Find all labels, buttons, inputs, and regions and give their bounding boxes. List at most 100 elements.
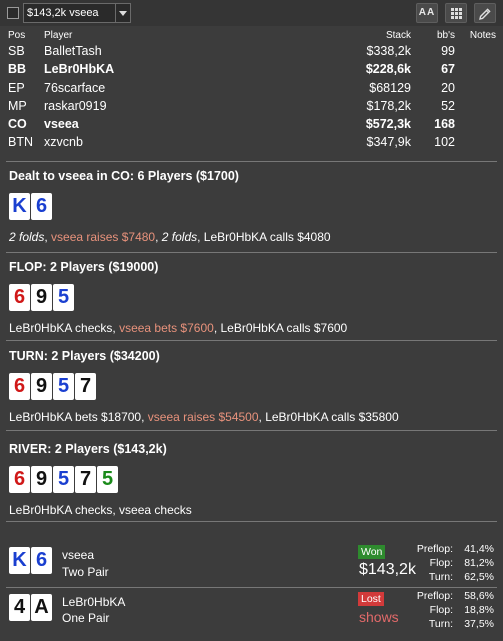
player-name: xzvcnb <box>44 135 83 150</box>
players-table: Pos Player Stack bb's Notes SB BalletTash… <box>0 30 503 154</box>
loser-cards: 4A <box>9 594 53 621</box>
turn-cards: 6957 <box>9 373 497 401</box>
loser-hand: One Pair <box>62 611 110 625</box>
player-pos: SB <box>8 44 25 58</box>
player-name: 76scarface <box>44 80 106 95</box>
player-name: LeBr0HbKA <box>44 62 115 77</box>
table-row[interactable]: CO vseea $572,3k 168 <box>0 117 503 135</box>
loser-name: LeBr0HbKA <box>62 595 126 609</box>
divider <box>6 252 497 253</box>
header-pos[interactable]: Pos <box>8 30 25 41</box>
player-stack: $178,2k <box>366 98 411 113</box>
header-bbs[interactable]: bb's <box>437 30 455 41</box>
equity-value: 41,4% <box>464 543 494 555</box>
action-text: vseea raises $7480 <box>51 230 156 244</box>
header-stack[interactable]: Stack <box>386 30 411 41</box>
player-pos: EP <box>8 80 25 95</box>
playing-card: 5 <box>97 466 118 493</box>
table-row[interactable]: BB LeBr0HbKA $228,6k 67 <box>0 62 503 80</box>
playing-card: 9 <box>31 284 52 311</box>
equity-value: 58,6% <box>464 590 494 602</box>
flop-title: FLOP: 2 Players ($19000) <box>9 260 159 274</box>
action-text: LeBr0HbKA checks, <box>9 321 120 335</box>
winner-cards: K6 <box>9 547 53 574</box>
equity-label: Turn: <box>428 618 453 630</box>
player-pos: BTN <box>8 135 33 150</box>
action-text: 2 folds <box>9 230 45 244</box>
result-winner: K6 vseea Two Pair Won $143,2k Preflop: 4… <box>0 542 503 586</box>
river-actions: LeBr0HbKA checks, vseea checks <box>9 503 497 517</box>
playing-card: 7 <box>75 466 96 493</box>
player-bbs: 20 <box>441 80 455 95</box>
river-section: RIVER: 2 Players ($143,2k) 69575 LeBr0Hb… <box>9 442 497 517</box>
hand-select-value: $143,2k vseea <box>27 7 99 19</box>
equity-value: 62,5% <box>464 571 494 583</box>
preflop-section: Dealt to vseea in CO: 6 Players ($1700) … <box>9 169 497 244</box>
flop-cards: 695 <box>9 284 497 312</box>
font-size-button[interactable]: AA <box>416 3 438 23</box>
player-stack: $228,6k <box>365 62 411 77</box>
playing-card: A <box>31 594 52 621</box>
player-stack: $338,2k <box>366 44 411 58</box>
turn-title: TURN: 2 Players ($34200) <box>9 349 160 363</box>
table-row[interactable]: BTN xzvcnb $347,9k 102 <box>0 135 503 153</box>
equity-value: 18,8% <box>464 604 494 616</box>
equity-value: 37,5% <box>464 618 494 630</box>
table-row[interactable]: EP 76scarface $68129 20 <box>0 81 503 99</box>
playing-card: 6 <box>31 193 52 220</box>
chevron-down-icon[interactable] <box>115 4 130 22</box>
player-bbs: 168 <box>434 117 455 132</box>
header-notes[interactable]: Notes <box>470 30 496 41</box>
turn-actions: LeBr0HbKA bets $18700, vseea raises $545… <box>9 410 497 424</box>
preflop-title: Dealt to vseea in CO: 6 Players ($1700) <box>9 169 239 183</box>
player-bbs: 102 <box>434 135 455 150</box>
table-row[interactable]: MP raskar0919 $178,2k 52 <box>0 99 503 117</box>
playing-card: 5 <box>53 373 74 400</box>
table-header: Pos Player Stack bb's Notes <box>0 30 503 44</box>
action-text: , LeBr0HbKA calls $35800 <box>258 410 399 424</box>
player-pos: CO <box>8 117 27 132</box>
equity-label: Preflop: <box>416 590 453 602</box>
divider <box>6 521 497 522</box>
player-stack: $68129 <box>369 80 411 95</box>
river-title: RIVER: 2 Players ($143,2k) <box>9 442 167 456</box>
winner-name: vseea <box>62 548 95 562</box>
player-bbs: 99 <box>441 44 455 58</box>
edit-button[interactable] <box>474 3 496 23</box>
action-text: , LeBr0HbKA calls $4080 <box>197 230 331 244</box>
hand-select[interactable]: $143,2k vseea <box>23 3 131 23</box>
player-name: BalletTash <box>44 44 102 58</box>
playing-card: 4 <box>9 594 30 621</box>
divider <box>6 587 497 588</box>
toolbar: $143,2k vseea AA <box>0 0 503 26</box>
table-row[interactable]: SB BalletTash $338,2k 99 <box>0 44 503 62</box>
playing-card: K <box>9 547 30 574</box>
equity-label: Preflop: <box>416 543 453 555</box>
grid-button[interactable] <box>445 3 467 23</box>
preflop-cards: K6 <box>9 193 497 221</box>
divider <box>6 161 497 162</box>
playing-card: K <box>9 193 30 220</box>
action-text: LeBr0HbKA checks, vseea checks <box>9 503 192 517</box>
playing-card: 5 <box>53 466 74 493</box>
player-pos: MP <box>8 98 27 113</box>
equity-label: Flop: <box>429 557 453 569</box>
select-checkbox[interactable] <box>7 7 19 19</box>
action-text: vseea raises $54500 <box>147 410 259 424</box>
player-stack: $572,3k <box>365 117 411 132</box>
player-pos: BB <box>8 62 27 77</box>
flop-actions: LeBr0HbKA checks, vseea bets $7600, LeBr… <box>9 321 497 335</box>
font-size-icon: AA <box>418 7 436 18</box>
equity-value: 81,2% <box>464 557 494 569</box>
flop-section: FLOP: 2 Players ($19000) 695 LeBr0HbKA c… <box>9 260 497 335</box>
action-text: , <box>155 230 162 244</box>
turn-section: TURN: 2 Players ($34200) 6957 LeBr0HbKA … <box>9 349 497 424</box>
header-player[interactable]: Player <box>44 30 72 41</box>
river-cards: 69575 <box>9 466 497 494</box>
playing-card: 6 <box>9 466 30 493</box>
playing-card: 6 <box>9 284 30 311</box>
grid-icon <box>450 8 462 19</box>
pencil-icon <box>479 8 491 20</box>
playing-card: 6 <box>31 547 52 574</box>
player-bbs: 52 <box>441 98 455 113</box>
